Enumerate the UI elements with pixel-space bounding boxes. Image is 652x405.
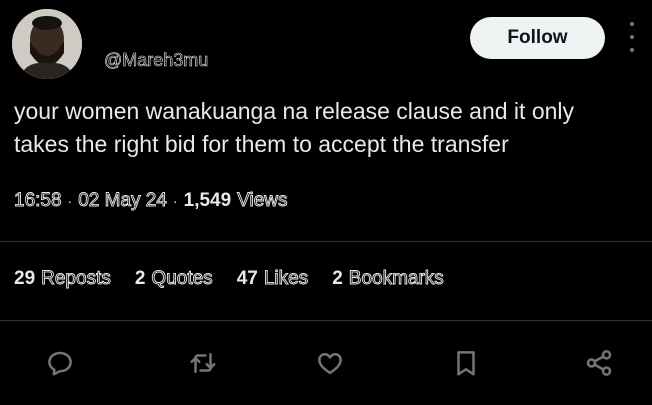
views-label: Views [237,190,288,212]
divider [0,320,652,321]
views-count: 1,549 [183,190,232,211]
quotes-stat[interactable]: 2 Quotes [135,268,213,290]
bookmark-icon[interactable] [449,346,483,380]
repost-icon[interactable] [186,346,220,380]
tweet-meta: 16:58 · 02 May 24 · 1,549 Views [14,190,288,212]
likes-stat[interactable]: 47 Likes [237,268,309,290]
quotes-count: 2 [134,268,146,289]
reposts-stat[interactable]: 29 Reposts [14,268,111,290]
separator-dot: · [172,193,178,209]
divider [0,241,652,242]
tweet-text: your women wanakuanga na release clause … [14,98,575,157]
share-icon[interactable] [582,346,616,380]
bookmarks-count: 2 [332,268,343,289]
likes-label: Likes [263,268,309,290]
user-handle[interactable]: @Mareh3mu [104,50,209,71]
tweet-time[interactable]: 16:58 [14,190,62,212]
like-icon[interactable] [313,346,347,380]
reposts-count: 29 [14,268,36,289]
separator-dot: · [67,193,73,209]
avatar-image [12,9,82,79]
action-bar [0,338,652,388]
more-options-icon[interactable] [626,22,638,52]
avatar[interactable] [12,9,82,79]
reposts-label: Reposts [41,268,112,290]
reply-icon[interactable] [43,346,77,380]
bookmarks-label: Bookmarks [348,268,444,290]
quotes-label: Quotes [151,268,213,290]
engagement-stats: 29 Reposts 2 Quotes 47 Likes 2 Bookmarks [14,268,468,290]
follow-button[interactable]: Follow [470,17,605,59]
likes-count: 47 [236,268,258,289]
bookmarks-stat[interactable]: 2 Bookmarks [332,268,444,290]
tweet-date[interactable]: 02 May 24 [78,190,168,212]
